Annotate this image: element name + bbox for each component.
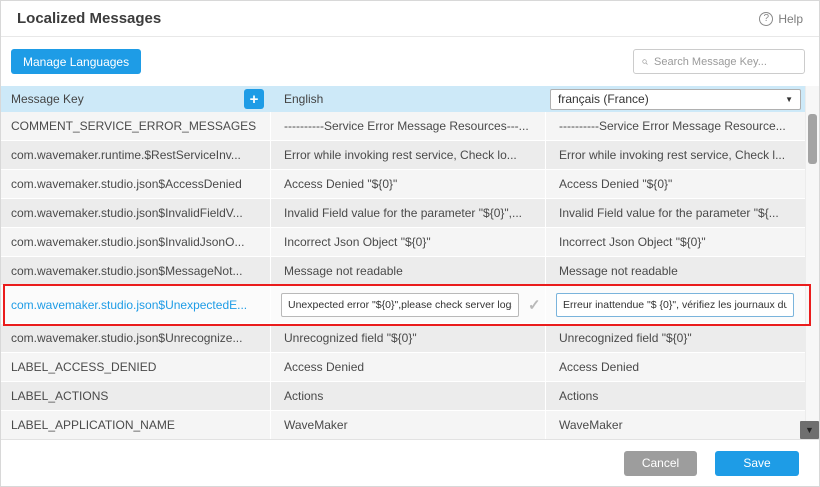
- localized-messages-dialog: Localized Messages ? Help Manage Languag…: [0, 0, 820, 487]
- english-cell-editing: ✓: [271, 286, 546, 323]
- french-cell[interactable]: Error while invoking rest service, Check…: [546, 141, 807, 169]
- message-key-cell[interactable]: com.wavemaker.studio.json$AccessDenied: [1, 170, 271, 198]
- english-cell[interactable]: Unrecognized field "${0}": [271, 324, 546, 352]
- french-cell[interactable]: Invalid Field value for the parameter "$…: [546, 199, 807, 227]
- message-key-cell[interactable]: com.wavemaker.studio.json$InvalidFieldV.…: [1, 199, 271, 227]
- table-body: COMMENT_SERVICE_ERROR_MESSAGES ---------…: [1, 112, 807, 440]
- message-key-cell[interactable]: LABEL_ACCESS_DENIED: [1, 353, 271, 381]
- english-cell[interactable]: Invalid Field value for the parameter "$…: [271, 199, 546, 227]
- english-value-input[interactable]: [281, 293, 519, 317]
- english-cell[interactable]: ----------Service Error Message Resource…: [271, 112, 546, 140]
- language-selected-value: français (France): [558, 92, 649, 106]
- message-key-column-label: Message Key: [11, 92, 84, 106]
- table-row-selected: com.wavemaker.studio.json$UnexpectedE...…: [1, 286, 807, 324]
- scroll-down-button[interactable]: ▼: [800, 421, 819, 439]
- table-header: Message Key + English français (France) …: [1, 86, 807, 112]
- french-cell[interactable]: Incorrect Json Object "${0}": [546, 228, 807, 256]
- message-key-cell[interactable]: COMMENT_SERVICE_ERROR_MESSAGES: [1, 112, 271, 140]
- english-column-label: English: [284, 92, 323, 106]
- english-cell[interactable]: Actions: [271, 382, 546, 410]
- confirm-check-icon[interactable]: ✓: [528, 296, 541, 314]
- message-key-cell[interactable]: com.wavemaker.studio.json$Unrecognize...: [1, 324, 271, 352]
- caret-down-icon: ▼: [785, 95, 793, 104]
- table-row: com.wavemaker.studio.json$InvalidFieldV.…: [1, 199, 807, 228]
- table-row: LABEL_ACCESS_DENIED Access Denied Access…: [1, 353, 807, 382]
- table-row: LABEL_ACTIONS Actions Actions: [1, 382, 807, 411]
- dialog-footer: Cancel Save: [1, 439, 819, 486]
- column-header-language: français (France) ▼: [546, 86, 807, 112]
- language-select[interactable]: français (France) ▼: [550, 89, 801, 110]
- english-cell[interactable]: Error while invoking rest service, Check…: [271, 141, 546, 169]
- table-row: com.wavemaker.runtime.$RestServiceInv...…: [1, 141, 807, 170]
- column-header-message-key: Message Key +: [1, 86, 271, 112]
- table-row: COMMENT_SERVICE_ERROR_MESSAGES ---------…: [1, 112, 807, 141]
- french-value-input[interactable]: [556, 293, 794, 317]
- french-cell[interactable]: Access Denied "${0}": [546, 170, 807, 198]
- message-key-cell: com.wavemaker.studio.json$UnexpectedE...: [1, 286, 271, 323]
- scrollbar-thumb[interactable]: [808, 114, 817, 164]
- table-row: com.wavemaker.studio.json$Unrecognize...…: [1, 324, 807, 353]
- message-key-cell[interactable]: com.wavemaker.studio.json$InvalidJsonO..…: [1, 228, 271, 256]
- english-cell[interactable]: Message not readable: [271, 257, 546, 285]
- page-title: Localized Messages: [17, 10, 161, 27]
- message-key-cell[interactable]: LABEL_APPLICATION_NAME: [1, 411, 271, 439]
- add-message-key-button[interactable]: +: [244, 89, 264, 109]
- message-key-cell[interactable]: com.wavemaker.runtime.$RestServiceInv...: [1, 141, 271, 169]
- table-row: com.wavemaker.studio.json$MessageNot... …: [1, 257, 807, 286]
- french-cell-editing: [546, 286, 807, 323]
- french-cell[interactable]: Unrecognized field "${0}": [546, 324, 807, 352]
- french-cell[interactable]: Access Denied: [546, 353, 807, 381]
- message-key-cell[interactable]: com.wavemaker.studio.json$MessageNot...: [1, 257, 271, 285]
- help-label: Help: [778, 12, 803, 26]
- french-cell[interactable]: Actions: [546, 382, 807, 410]
- help-link[interactable]: ? Help: [759, 12, 803, 26]
- message-key-cell[interactable]: LABEL_ACTIONS: [1, 382, 271, 410]
- french-cell[interactable]: Message not readable: [546, 257, 807, 285]
- table-row: com.wavemaker.studio.json$InvalidJsonO..…: [1, 228, 807, 257]
- french-cell[interactable]: WaveMaker: [546, 411, 807, 439]
- manage-languages-button[interactable]: Manage Languages: [11, 49, 141, 74]
- search-input[interactable]: [654, 56, 796, 68]
- english-cell[interactable]: WaveMaker: [271, 411, 546, 439]
- dialog-header: Localized Messages ? Help: [1, 1, 819, 37]
- column-header-english: English: [271, 86, 546, 112]
- cancel-button[interactable]: Cancel: [624, 451, 697, 476]
- search-icon: [642, 56, 648, 68]
- message-key-link[interactable]: com.wavemaker.studio.json$UnexpectedE...: [11, 298, 247, 312]
- english-cell[interactable]: Incorrect Json Object "${0}": [271, 228, 546, 256]
- search-box: [633, 49, 805, 74]
- table-row: com.wavemaker.studio.json$AccessDenied A…: [1, 170, 807, 199]
- table-row: LABEL_APPLICATION_NAME WaveMaker WaveMak…: [1, 411, 807, 440]
- english-cell[interactable]: Access Denied "${0}": [271, 170, 546, 198]
- help-icon: ?: [759, 12, 773, 26]
- vertical-scrollbar[interactable]: [805, 86, 819, 441]
- english-cell[interactable]: Access Denied: [271, 353, 546, 381]
- french-cell[interactable]: ----------Service Error Message Resource…: [546, 112, 807, 140]
- toolbar: Manage Languages: [1, 37, 819, 86]
- save-button[interactable]: Save: [715, 451, 799, 476]
